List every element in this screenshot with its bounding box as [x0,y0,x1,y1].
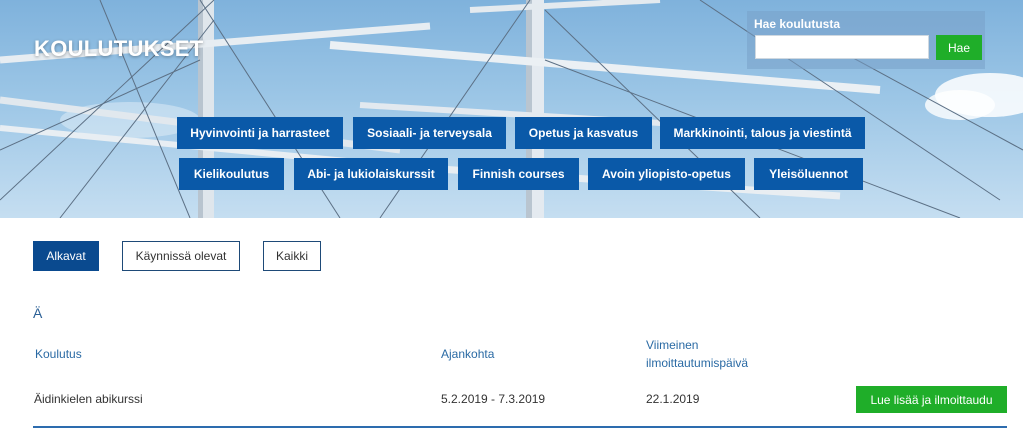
column-header-period: Ajankohta [441,347,495,361]
category-button-finnish-courses[interactable]: Finnish courses [458,158,579,190]
read-more-register-button[interactable]: Lue lisää ja ilmoittaudu [856,386,1007,413]
search-label: Hae koulutusta [754,17,841,31]
search-button[interactable]: Hae [936,35,982,60]
search-panel: Hae koulutusta Hae [747,11,985,69]
row-divider [33,426,1007,428]
column-header-deadline-line2: ilmoittautumispäivä [646,356,749,370]
section-letter: Ä [33,305,43,321]
category-button-abi-lukiolaiskurssit[interactable]: Abi- ja lukiolaiskurssit [294,158,448,190]
category-button-hyvinvointi[interactable]: Hyvinvointi ja harrasteet [177,117,343,149]
filter-alkavat[interactable]: Alkavat [33,241,99,271]
column-header-course: Koulutus [35,347,82,361]
category-button-opetus-kasvatus[interactable]: Opetus ja kasvatus [515,117,652,149]
filter-kaynnissa-olevat[interactable]: Käynnissä olevat [122,241,240,271]
category-button-markkinointi[interactable]: Markkinointi, talous ja viestintä [660,117,865,149]
category-button-sosiaali-terveysala[interactable]: Sosiaali- ja terveysala [353,117,506,149]
cell-course: Äidinkielen abikurssi [34,392,143,406]
page-title: KOULUTUKSET [34,36,204,61]
category-button-kielikoulutus[interactable]: Kielikoulutus [179,158,284,190]
category-button-yleisoluennot[interactable]: Yleisöluennot [754,158,863,190]
category-button-avoin-yliopisto[interactable]: Avoin yliopisto-opetus [588,158,745,190]
filter-kaikki[interactable]: Kaikki [263,241,321,271]
column-header-deadline-line1: Viimeinen [646,338,699,352]
search-input[interactable] [755,35,929,59]
cell-deadline: 22.1.2019 [646,392,700,406]
column-header-deadline: Viimeinen ilmoittautumispäivä [646,336,748,372]
hero-banner: KOULUTUKSET Hae koulutusta Hae Hyvinvoin… [0,0,1023,218]
cell-period: 5.2.2019 - 7.3.2019 [441,392,546,406]
